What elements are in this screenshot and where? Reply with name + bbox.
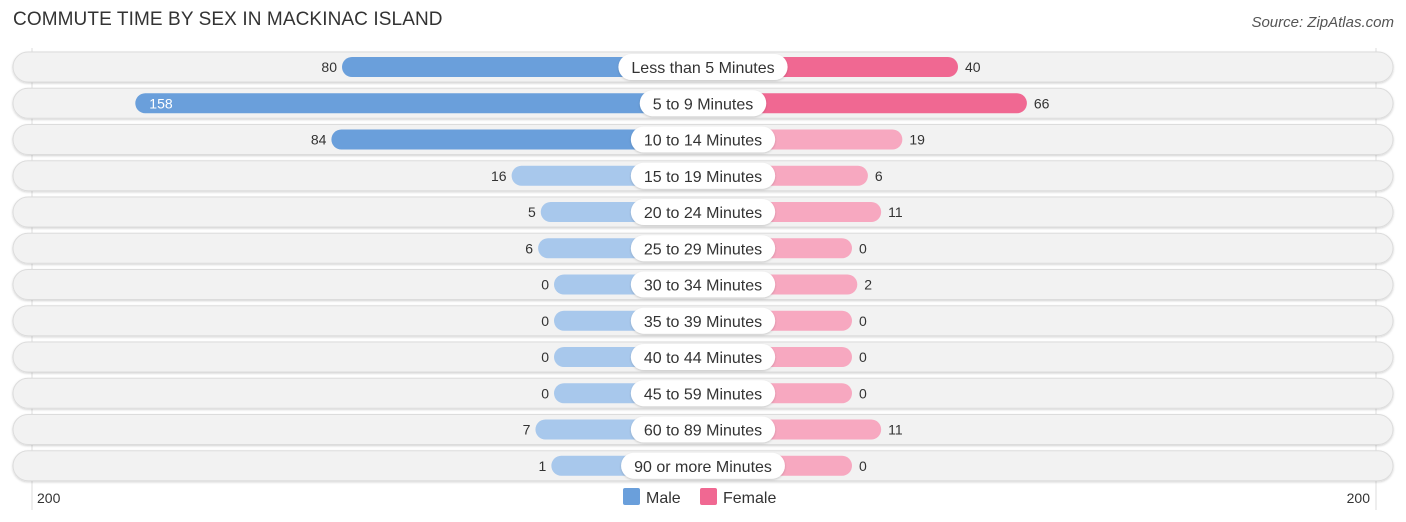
value-female: 6 [875, 168, 883, 184]
value-female: 0 [859, 240, 867, 256]
value-male: 0 [541, 277, 549, 293]
value-male: 16 [491, 168, 507, 184]
value-male: 1 [539, 458, 547, 474]
legend-swatch-female [700, 488, 717, 505]
category-label: 90 or more Minutes [634, 459, 772, 476]
value-female: 0 [859, 385, 867, 401]
value-female: 0 [859, 458, 867, 474]
value-female: 40 [965, 59, 981, 75]
value-male: 158 [149, 95, 173, 111]
category-label: 35 to 39 Minutes [644, 314, 762, 331]
legend-label-female: Female [723, 490, 776, 507]
category-label: 40 to 44 Minutes [644, 350, 762, 367]
value-male: 7 [523, 422, 531, 438]
value-female: 66 [1034, 95, 1050, 111]
category-label: 15 to 19 Minutes [644, 169, 762, 186]
value-female: 11 [888, 204, 903, 220]
chart-canvas: Less than 5 Minutes80 405 to 9 Minutes158… [12, 48, 1394, 510]
category-label: 25 to 29 Minutes [644, 241, 762, 258]
axis-label-right: 200 [1347, 490, 1371, 506]
value-male: 84 [311, 132, 327, 148]
value-female: 2 [864, 277, 872, 293]
value-male: 6 [525, 240, 533, 256]
category-label: 30 to 34 Minutes [644, 278, 762, 295]
value-female: 11 [888, 422, 903, 438]
axis-label-left: 200 [37, 490, 61, 506]
bar-male [135, 93, 704, 114]
legend-swatch-male [623, 488, 640, 505]
category-label: 5 to 9 Minutes [653, 96, 754, 113]
value-male: 80 [321, 59, 337, 75]
value-male: 0 [541, 385, 549, 401]
category-label: 20 to 24 Minutes [644, 205, 762, 222]
value-female: 0 [859, 313, 867, 329]
category-label: 45 to 59 Minutes [644, 386, 762, 403]
category-label: 10 to 14 Minutes [644, 133, 762, 150]
category-label: Less than 5 Minutes [631, 60, 774, 77]
value-male: 0 [541, 313, 549, 329]
value-female: 19 [909, 132, 925, 148]
value-female: 0 [859, 349, 867, 365]
value-male: 0 [541, 349, 549, 365]
value-male: 5 [528, 204, 536, 220]
category-label: 60 to 89 Minutes [644, 423, 762, 440]
legend-label-male: Male [646, 490, 681, 507]
